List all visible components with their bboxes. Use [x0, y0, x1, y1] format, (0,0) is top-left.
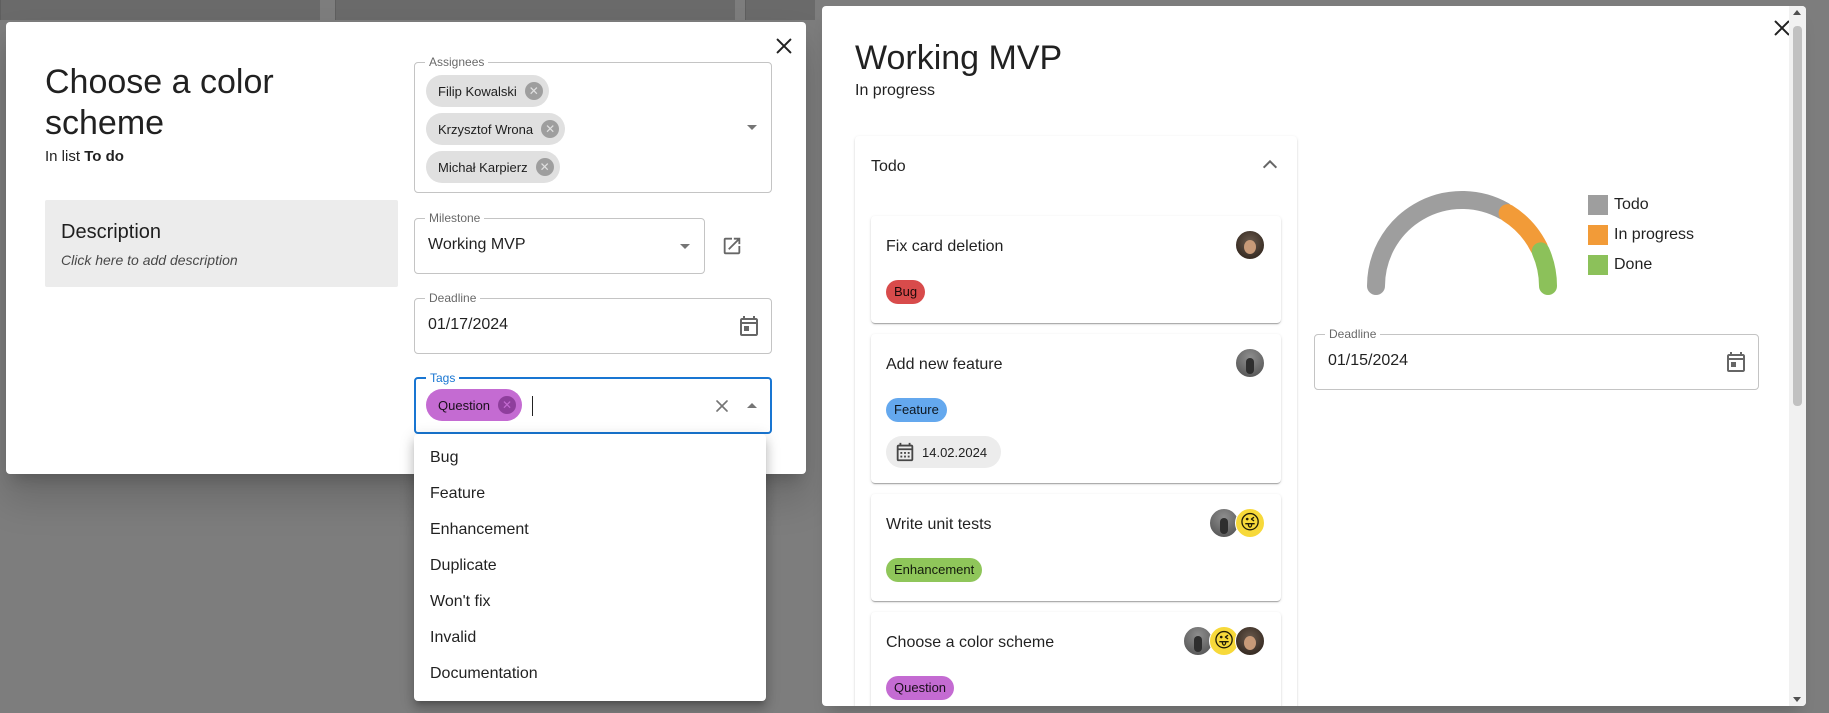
deadline-field[interactable]: Deadline 01/15/2024 [1314, 327, 1759, 390]
tag-option[interactable]: Feature [414, 476, 766, 512]
assignee-chip: Michał Karpierz ✕ [426, 151, 560, 183]
tag-option[interactable]: Duplicate [414, 548, 766, 584]
tag-option[interactable]: Invalid [414, 620, 766, 656]
scroll-up-icon[interactable] [1793, 10, 1801, 15]
avatar [1235, 348, 1265, 378]
legend-swatch [1588, 195, 1608, 215]
due-date-text: 14.02.2024 [922, 444, 988, 460]
legend-item-in-progress: In progress [1588, 225, 1694, 245]
milestone-status: In progress [855, 82, 936, 99]
tags-field[interactable]: Tags Question ✕ [414, 371, 772, 434]
board-column [335, 0, 735, 20]
card-list-info: In list To do [45, 148, 124, 165]
assignee-name: Filip Kowalski [438, 83, 517, 99]
chevron-up-icon[interactable] [747, 403, 757, 408]
description-box[interactable]: Description Click here to add descriptio… [45, 200, 398, 287]
scrollbar-thumb[interactable] [1793, 26, 1802, 406]
tag-option[interactable]: Bug [414, 440, 766, 476]
tag-option[interactable]: Enhancement [414, 512, 766, 548]
remove-chip-icon[interactable]: ✕ [535, 158, 554, 176]
clear-icon[interactable] [712, 396, 732, 416]
remove-chip-icon[interactable]: ✕ [541, 120, 560, 138]
milestone-label: Milestone [425, 211, 485, 225]
open-in-new-icon [723, 237, 741, 255]
assignees-field[interactable]: Assignees Filip Kowalski ✕ Krzysztof Wro… [414, 55, 772, 193]
chevron-up-icon[interactable] [1262, 159, 1278, 175]
task-card[interactable]: Fix card deletion Bug [871, 216, 1281, 323]
close-button[interactable] [770, 32, 798, 60]
board-column [0, 0, 320, 20]
legend-swatch [1588, 255, 1608, 275]
tag-badge: Question [886, 676, 955, 700]
task-card[interactable]: Add new feature Feature 14.02.2024 [871, 334, 1281, 483]
card-title: Add new feature [886, 356, 1003, 373]
legend-item-todo: Todo [1588, 195, 1649, 215]
tag-badge: Bug [886, 280, 926, 304]
card-title[interactable]: Choose a color scheme [45, 62, 345, 144]
assignee-name: Krzysztof Wrona [438, 121, 534, 137]
milestone-value: Working MVP [428, 236, 526, 253]
legend-label: Done [1614, 256, 1653, 273]
accordion-title[interactable]: Todo [871, 158, 906, 176]
chevron-down-icon[interactable] [747, 125, 757, 130]
gauge-segment-todo [1367, 191, 1513, 295]
card-title: Fix card deletion [886, 238, 1004, 255]
avatar [1235, 626, 1265, 656]
deadline-label: Deadline [1325, 327, 1381, 341]
scrollbar[interactable] [1789, 6, 1806, 706]
deadline-field[interactable]: Deadline 01/17/2024 [414, 291, 772, 354]
text-cursor [532, 396, 533, 416]
legend-label: Todo [1614, 196, 1649, 213]
deadline-label: Deadline [425, 291, 481, 305]
deadline-value: 01/15/2024 [1328, 352, 1409, 369]
calendar-icon[interactable] [737, 314, 761, 338]
assignee-chip: Filip Kowalski ✕ [426, 75, 549, 107]
tag-option[interactable]: Documentation [414, 656, 766, 692]
avatar [1235, 230, 1265, 260]
milestone-dialog: Working MVP In progress Todo Fix card de… [822, 6, 1806, 706]
tag-chip: Question ✕ [426, 389, 523, 421]
remove-chip-icon[interactable]: ✕ [498, 396, 517, 414]
task-card[interactable]: Write unit tests 😜 Enhancement [871, 494, 1281, 601]
chevron-down-icon[interactable] [680, 244, 690, 249]
tags-label: Tags [426, 371, 460, 385]
calendar-icon[interactable] [1724, 350, 1748, 374]
description-title: Description [61, 221, 162, 243]
assignees-label: Assignees [425, 55, 489, 69]
scroll-down-icon[interactable] [1793, 697, 1801, 702]
tag-option[interactable]: Won't fix [414, 584, 766, 620]
assignee-chip: Krzysztof Wrona ✕ [426, 113, 566, 145]
gauge-segment-done [1531, 242, 1557, 295]
in-list-prefix: In list [45, 148, 81, 165]
legend-label: In progress [1614, 226, 1695, 243]
progress-gauge-chart [1367, 191, 1557, 295]
tag-chip-label: Question [438, 397, 491, 413]
legend-item-done: Done [1588, 255, 1652, 275]
tag-badge: Enhancement [886, 558, 983, 582]
calendar-icon [896, 442, 914, 462]
close-icon [776, 38, 792, 54]
gauge-segment-in-progress [1498, 204, 1548, 257]
card-details-dialog: Choose a color scheme In list To do Desc… [6, 22, 806, 474]
milestone-select[interactable]: Milestone Working MVP [414, 211, 705, 274]
legend-swatch [1588, 225, 1608, 245]
description-hint: Click here to add description [61, 252, 238, 268]
card-title: Write unit tests [886, 516, 992, 533]
tag-badge: Feature [886, 398, 947, 422]
open-milestone-button[interactable] [718, 232, 746, 260]
avatar: 😜 [1235, 508, 1265, 538]
milestone-title: Working MVP [855, 39, 1063, 77]
tags-dropdown: Bug Feature Enhancement Duplicate Won't … [414, 434, 766, 701]
list-accordion: Todo Fix card deletion Bug Add new featu… [855, 136, 1297, 706]
due-date-chip: 14.02.2024 [886, 436, 1002, 468]
deadline-value: 01/17/2024 [428, 316, 509, 333]
board-column [745, 0, 815, 20]
task-card[interactable]: Choose a color scheme 😜 Question [871, 612, 1281, 706]
remove-chip-icon[interactable]: ✕ [524, 82, 543, 100]
card-title: Choose a color scheme [886, 634, 1055, 651]
assignee-name: Michał Karpierz [438, 159, 528, 175]
in-list-name: To do [84, 148, 124, 165]
